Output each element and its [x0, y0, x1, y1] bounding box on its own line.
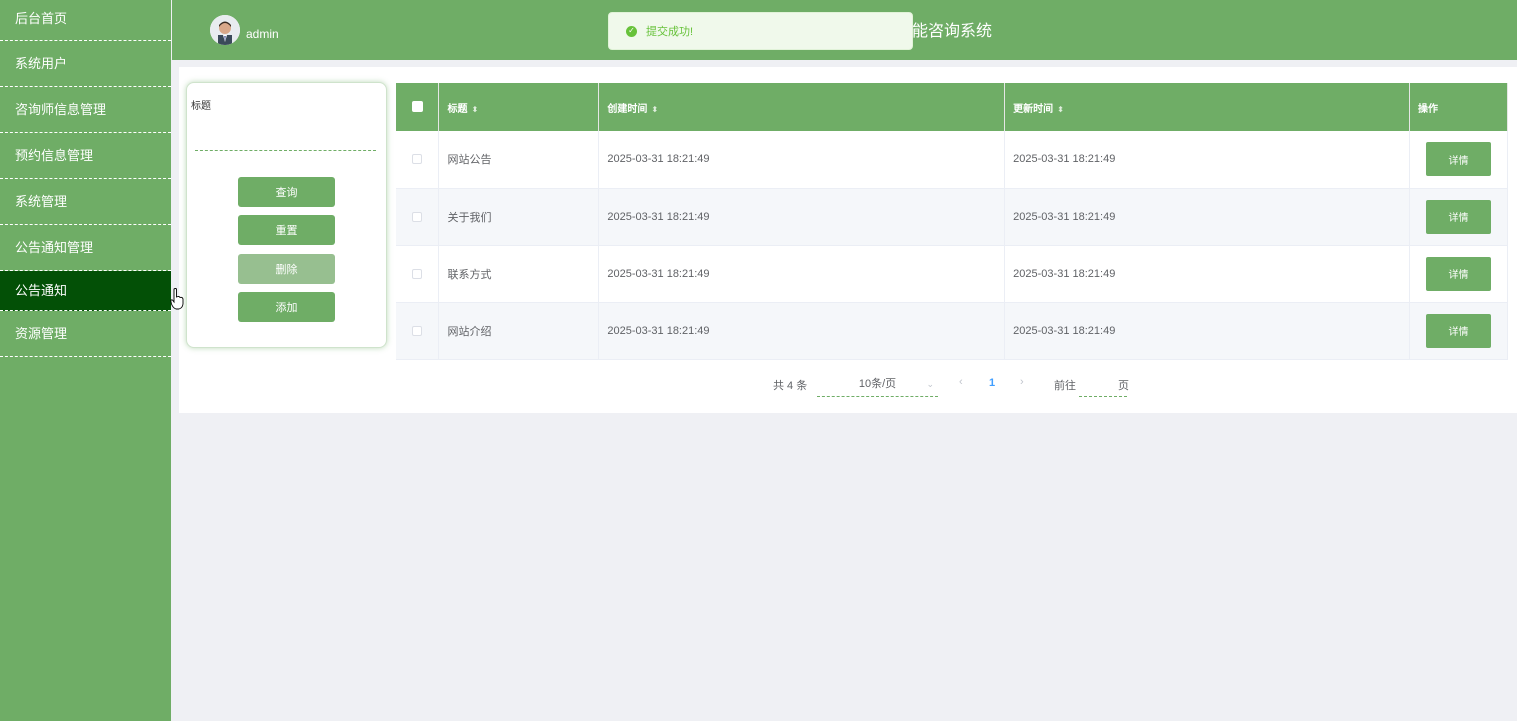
user-avatar-icon: [210, 15, 240, 45]
sidebar-item-counselor-info[interactable]: 咨询师信息管理: [0, 87, 171, 133]
success-toast: ✓ 提交成功!: [608, 12, 913, 50]
sidebar-item-resource-management[interactable]: 资源管理: [0, 311, 171, 357]
cell-title: 网站公告: [438, 131, 600, 189]
prev-page-icon[interactable]: ‹: [959, 376, 963, 388]
cell-created: 2025-03-31 18:21:49: [598, 302, 1006, 360]
page-size-value: 10条/页: [858, 378, 897, 390]
goto-label: 前往: [1054, 380, 1076, 392]
cell-updated: 2025-03-31 18:21:49: [1004, 302, 1410, 360]
title-search-input[interactable]: [195, 127, 376, 151]
row-check-cell: [396, 302, 440, 360]
column-header-updated[interactable]: 更新时间 ⬍: [1004, 83, 1410, 131]
column-title-label: 标题: [447, 103, 468, 115]
sort-icon[interactable]: ⬍: [471, 105, 478, 114]
sidebar-item-system-users[interactable]: 系统用户: [0, 41, 171, 87]
row-check-cell: [396, 188, 440, 246]
table-row: 网站介绍 2025-03-31 18:21:49 2025-03-31 18:2…: [396, 302, 1509, 360]
detail-button[interactable]: 详情: [1425, 256, 1491, 291]
detail-button[interactable]: 详情: [1425, 313, 1491, 348]
cell-updated: 2025-03-31 18:21:49: [1004, 131, 1410, 189]
column-header-title[interactable]: 标题 ⬍: [438, 83, 600, 131]
column-created-label: 创建时间: [607, 103, 648, 115]
cell-actions: 详情: [1409, 188, 1509, 246]
table-header-row: 标题 ⬍ 创建时间 ⬍ 更新时间 ⬍ 操作: [396, 83, 1509, 131]
username-label: admin: [246, 27, 279, 41]
notice-table: 标题 ⬍ 创建时间 ⬍ 更新时间 ⬍ 操作 网站公告 2025-03-31 18:21…: [396, 83, 1509, 360]
row-checkbox[interactable]: [412, 154, 423, 165]
row-checkbox[interactable]: [412, 268, 423, 279]
sidebar-item-notice-management[interactable]: 公告通知管理: [0, 225, 171, 271]
cell-created: 2025-03-31 18:21:49: [598, 245, 1006, 303]
cell-updated: 2025-03-31 18:21:49: [1004, 245, 1410, 303]
sort-icon[interactable]: ⬍: [1057, 105, 1064, 114]
cell-title: 关于我们: [438, 188, 600, 246]
hand-pointer-icon: [170, 288, 184, 310]
table-row: 网站公告 2025-03-31 18:21:49 2025-03-31 18:2…: [396, 131, 1509, 189]
page-unit-label: 页: [1118, 380, 1129, 392]
table-row: 联系方式 2025-03-31 18:21:49 2025-03-31 18:2…: [396, 245, 1509, 303]
cell-actions: 详情: [1409, 131, 1509, 189]
sidebar-item-system-management[interactable]: 系统管理: [0, 179, 171, 225]
chevron-down-icon: ⌄: [926, 379, 934, 389]
row-checkbox[interactable]: [412, 325, 423, 336]
title-search-label: 标题: [191, 101, 211, 112]
sidebar: 后台首页 系统用户 咨询师信息管理 预约信息管理 系统管理 公告通知管理 公告通…: [0, 0, 171, 721]
search-panel: 标题 查询 重置 删除 添加: [186, 82, 387, 348]
delete-button[interactable]: 删除: [238, 254, 335, 284]
query-button[interactable]: 查询: [238, 177, 335, 207]
column-header-created[interactable]: 创建时间 ⬍: [598, 83, 1006, 131]
column-actions-label: 操作: [1417, 103, 1438, 115]
cell-created: 2025-03-31 18:21:49: [598, 131, 1006, 189]
cell-title: 网站介绍: [438, 302, 600, 360]
avatar[interactable]: [210, 15, 240, 45]
next-page-icon[interactable]: ›: [1020, 376, 1024, 388]
column-header-actions: 操作: [1409, 83, 1509, 131]
sort-icon[interactable]: ⬍: [651, 105, 658, 114]
page-size-select[interactable]: 10条/页 ⌄: [817, 373, 938, 397]
pagination-total: 共 4 条: [773, 380, 808, 392]
column-updated-label: 更新时间: [1013, 103, 1054, 115]
sidebar-item-appointment-info[interactable]: 预约信息管理: [0, 133, 171, 179]
current-page-number[interactable]: 1: [989, 377, 995, 389]
cell-actions: 详情: [1409, 302, 1509, 360]
reset-button[interactable]: 重置: [238, 215, 335, 245]
select-all-cell: [396, 83, 440, 131]
system-title: 能咨询系统: [912, 23, 993, 40]
cell-title: 联系方式: [438, 245, 600, 303]
toast-message: 提交成功!: [646, 26, 694, 38]
sidebar-item-notice[interactable]: 公告通知: [0, 271, 171, 311]
detail-button[interactable]: 详情: [1425, 142, 1491, 177]
row-checkbox[interactable]: [412, 211, 423, 222]
row-check-cell: [396, 131, 440, 189]
main-content: 标题 查询 重置 删除 添加 标题 ⬍ 创建时间 ⬍ 更新时间 ⬍ 操作 网站公…: [179, 67, 1517, 413]
cell-updated: 2025-03-31 18:21:49: [1004, 188, 1410, 246]
cell-created: 2025-03-31 18:21:49: [598, 188, 1006, 246]
select-all-checkbox[interactable]: [411, 101, 423, 113]
detail-button[interactable]: 详情: [1425, 199, 1491, 234]
add-button[interactable]: 添加: [238, 292, 335, 322]
cell-actions: 详情: [1409, 245, 1509, 303]
table-row: 关于我们 2025-03-31 18:21:49 2025-03-31 18:2…: [396, 188, 1509, 246]
row-check-cell: [396, 245, 440, 303]
sidebar-item-home[interactable]: 后台首页: [0, 0, 171, 41]
check-circle-icon: ✓: [626, 25, 637, 37]
